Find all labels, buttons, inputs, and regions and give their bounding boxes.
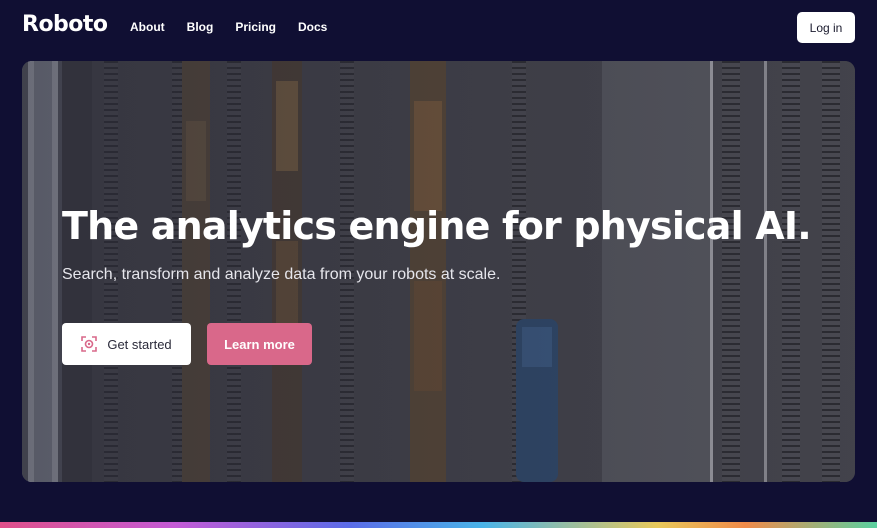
get-started-label: Get started [107,336,172,352]
nav-link-docs[interactable]: Docs [298,20,327,34]
top-navbar: Roboto About Blog Pricing Docs Log in [0,0,877,56]
robot-scan-icon [81,336,98,352]
learn-more-button[interactable]: Learn more [207,323,312,365]
main-nav: About Blog Pricing Docs [130,20,327,34]
hero-subtitle: Search, transform and analyze data from … [62,266,501,283]
roboto-logo[interactable]: Roboto [22,12,108,37]
hero-section: The analytics engine for physical AI. Se… [22,61,855,482]
rainbow-gradient-bar [0,522,877,528]
nav-link-pricing[interactable]: Pricing [235,20,276,34]
hero-title: The analytics engine for physical AI. [62,204,812,248]
hero-content: The analytics engine for physical AI. Se… [62,204,812,284]
login-button[interactable]: Log in [797,12,855,43]
get-started-button[interactable]: Get started [62,323,191,365]
hero-buttons: Get started Learn more [62,323,312,365]
nav-link-blog[interactable]: Blog [187,20,214,34]
nav-link-about[interactable]: About [130,20,165,34]
